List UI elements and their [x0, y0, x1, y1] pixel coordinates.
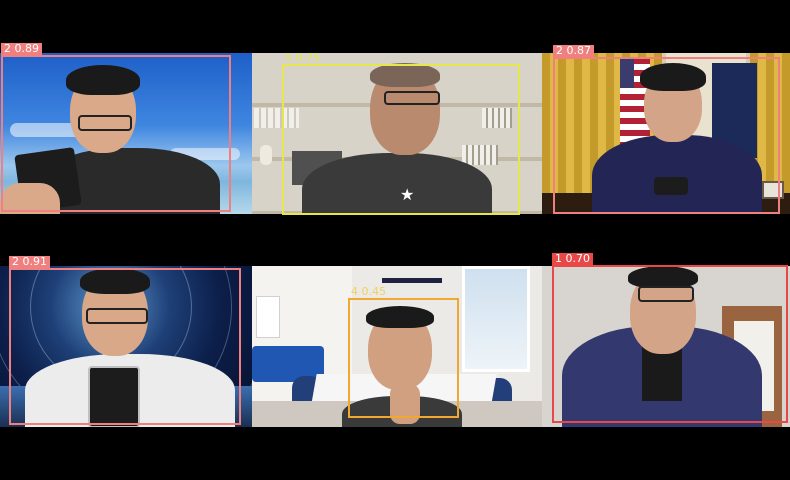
artwork-shape — [256, 296, 280, 338]
detection-label: 2 0.89 — [1, 43, 42, 55]
detection-label: 4 0.45 — [351, 285, 386, 298]
detection-box: 2 0.87 — [553, 45, 780, 214]
detection-box: 2 0.89 — [1, 43, 231, 212]
detection-box: 5 0.75 — [282, 52, 520, 215]
detection-box: 1 0.70 — [552, 253, 788, 423]
detection-box: 4 0.45 — [348, 286, 459, 418]
detection-box: 2 0.91 — [9, 256, 241, 425]
detection-label: 5 0.75 — [285, 51, 320, 64]
detection-label: 1 0.70 — [552, 253, 593, 265]
light-fixture — [382, 278, 442, 283]
detection-label: 2 0.91 — [9, 256, 50, 268]
vase-shape — [260, 145, 272, 165]
detection-label: 2 0.87 — [553, 45, 594, 57]
window-shape — [462, 266, 530, 372]
